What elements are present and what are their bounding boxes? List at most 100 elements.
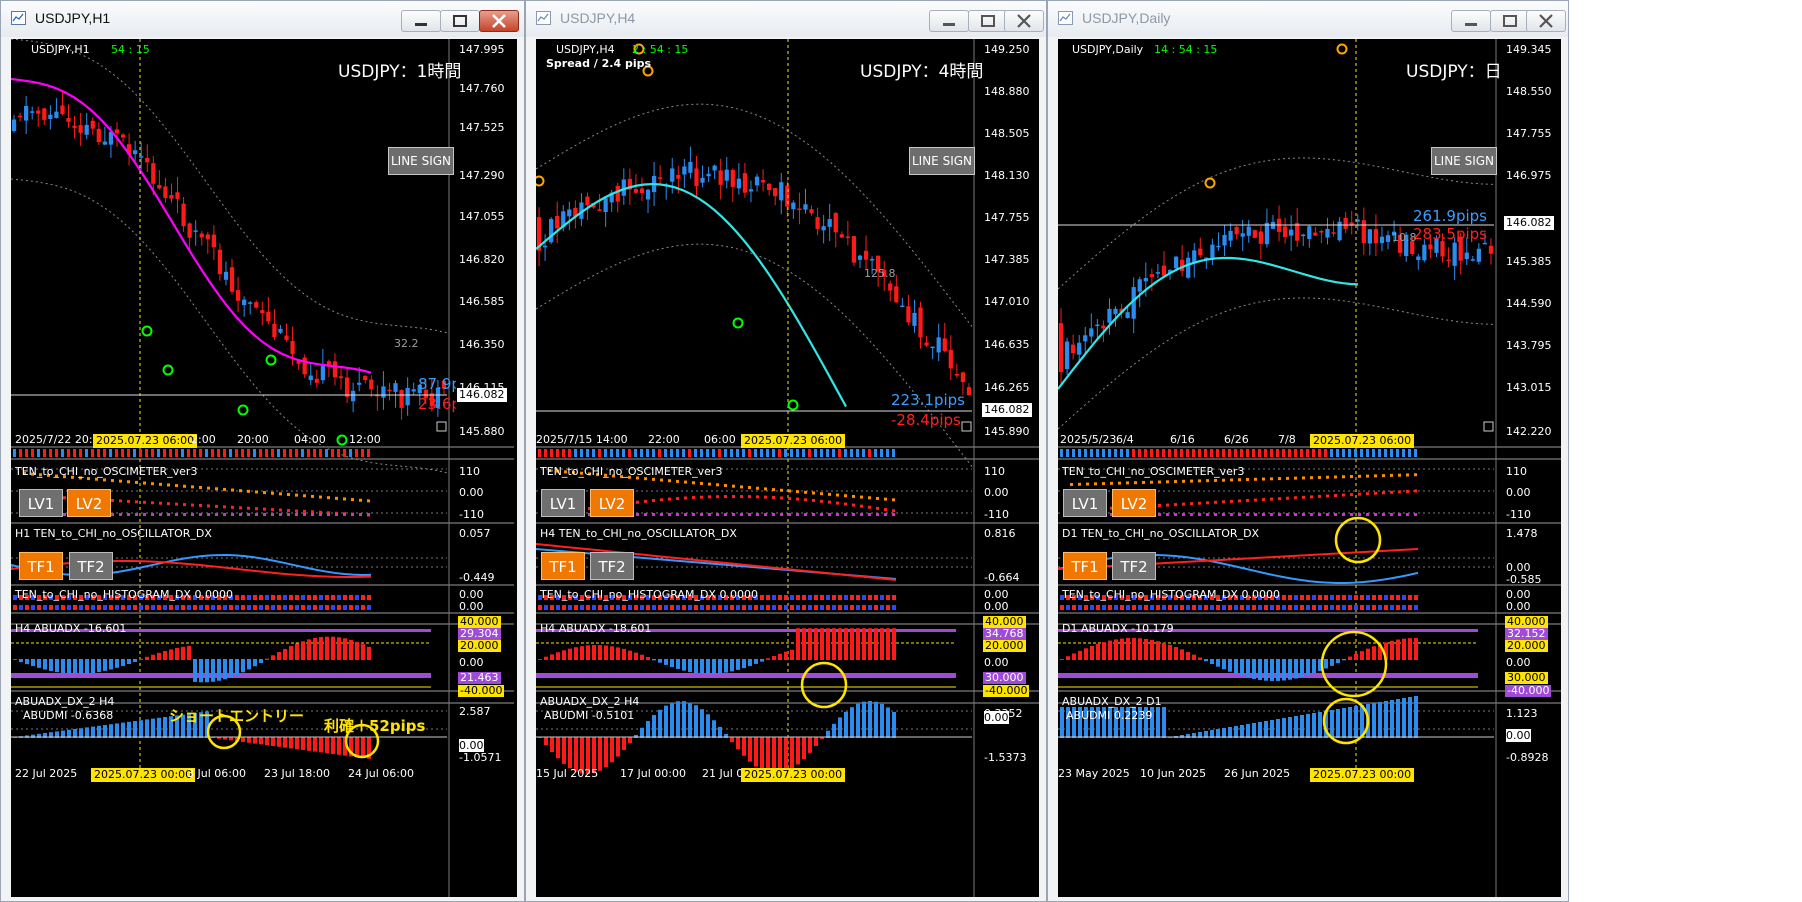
abudmi-bar [1354,706,1358,738]
abuadx-bar [754,659,758,664]
strip-tick [736,449,739,457]
abuadx-bar [187,645,191,660]
abuadx-bar [1360,651,1364,660]
lv2-button[interactable]: LV2 [590,489,634,517]
histogram-cell [355,605,359,610]
abuadx-tag: -40.000 [1505,684,1552,697]
close-button[interactable] [479,10,519,32]
abuadx-bar [640,654,644,660]
abudmi-bar [1270,720,1274,738]
line-sign-button[interactable]: LINE SIGN [1431,147,1497,175]
lv1-button[interactable]: LV1 [19,489,63,517]
oscimeter-dot [764,487,767,491]
strip-tick [1414,449,1417,457]
strip-tick [1402,449,1405,457]
oscimeter-dot [820,499,823,503]
close-button[interactable] [1004,10,1044,32]
maximize-button[interactable] [440,10,480,32]
chart-area[interactable]: USDJPY,H1 54 : 15 USDJPY：1時間 LINE SIGN 3… [11,39,517,897]
abuadx-bar [139,658,143,660]
abudmi-bar [109,724,113,738]
oscimeter-dot [1150,480,1153,484]
strip-tick [772,449,775,457]
strip-tick [1270,449,1273,457]
lv1-button[interactable]: LV1 [1063,489,1107,517]
abudmi-bar [1402,698,1406,738]
abuadx-bar [211,659,215,682]
oscimeter-label: TEN_to_CHI_no_OSCIMETER_ver3 [540,465,723,478]
oscimeter-dot [1382,513,1385,516]
abuadx-tag: 20.000 [1505,639,1548,652]
abuadx-bar [1114,639,1118,660]
oscimeter-dot [63,513,66,516]
oscimeter-dot [127,499,130,503]
minimize-button[interactable] [929,10,969,32]
abuadx-dx-label: ABUADX_DX_2 D1 [1062,695,1162,708]
strip-tick [766,449,769,457]
maximize-button[interactable] [1490,10,1530,32]
abuadx-bar [712,659,716,674]
chart-window-h1[interactable]: USDJPY,H1 USDJPY,H1 54 : 15 USDJPY：1時間 L… [0,0,525,902]
candle-body [1252,230,1257,238]
tf2-button[interactable]: TF2 [69,552,113,580]
tf1-button[interactable]: TF1 [1063,552,1107,580]
histogram-cell [1276,605,1280,610]
candle-body [900,305,905,308]
candle-body [344,377,350,397]
strip-tick [313,449,316,457]
histogram-cell [301,595,305,600]
window-titlebar[interactable]: USDJPY,Daily [1048,1,1568,37]
abudmi-bar [622,737,626,751]
window-titlebar[interactable]: USDJPY,H1 [1,1,524,37]
candle-body [676,174,681,179]
abudmi-bar [874,701,878,738]
abudmi-y: -1.0571 [459,751,502,764]
histogram-cell [1156,605,1160,610]
line-sign-button[interactable]: LINE SIGN [388,147,454,175]
histogram-cell [181,605,185,610]
lv2-button[interactable]: LV2 [1112,489,1156,517]
chart-area[interactable]: USDJPY,Daily 14 : 54 : 15 USDJPY：日 LINE … [1058,39,1561,897]
histogram-cell [1294,605,1298,610]
histogram-cell [1348,595,1352,600]
maximize-button[interactable] [968,10,1008,32]
lv2-button[interactable]: LV2 [67,489,111,517]
minimize-button[interactable] [401,10,441,32]
chart-window-h4[interactable]: USDJPY,H4 USDJPY,H4 2 : 54 : 15 Spread /… [525,0,1047,902]
histogram-cell [1216,605,1220,610]
tf1-button[interactable]: TF1 [19,552,63,580]
chart-title: USDJPY：1時間 [338,62,462,82]
strip-tick [217,449,220,457]
oscimeter-dot [1238,499,1241,503]
strip-tick [1348,449,1351,457]
oscimeter-dot [183,513,186,516]
bottom-x-tick: 15 Jul 2025 [536,767,599,780]
oscimeter-dot [151,501,154,505]
lv1-button[interactable]: LV1 [541,489,585,517]
tf1-button[interactable]: TF1 [541,552,585,580]
close-button[interactable] [1526,10,1566,32]
abuadx-bar [361,644,365,660]
oscimeter-dot [724,513,727,516]
strip-tick [670,449,673,457]
abudmi-bar [319,737,323,753]
histogram-cell [1402,605,1406,610]
chart-area[interactable]: USDJPY,H4 2 : 54 : 15 Spread / 2.4 pips … [536,39,1039,897]
oscimeter-dot [135,480,138,484]
oscimeter-dot [1254,477,1257,481]
candle-body [411,389,416,392]
y-tick: 148.880 [984,85,1030,98]
tf2-button[interactable]: TF2 [1112,552,1156,580]
minimize-button[interactable] [1451,10,1491,32]
chart-window-daily[interactable]: USDJPY,Daily USDJPY,Daily 14 : 54 : 15 U… [1047,0,1569,902]
abuadx-tag: 20.000 [983,639,1026,652]
oscimeter-dot [1406,489,1409,493]
window-titlebar[interactable]: USDJPY,H4 [526,1,1046,37]
oscimeter-dot [1190,479,1193,483]
strip-tick [1258,449,1261,457]
line-sign-button[interactable]: LINE SIGN [909,147,975,175]
bar-countdown: 2 : 54 : 15 [632,43,689,56]
candle-body [1470,259,1475,261]
tf2-button[interactable]: TF2 [590,552,634,580]
y-tick: 147.385 [984,253,1030,266]
